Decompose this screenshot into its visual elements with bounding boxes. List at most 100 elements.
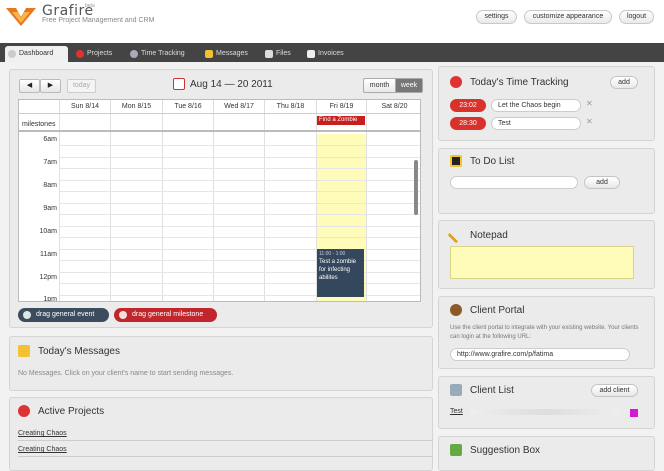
todays-messages-panel (9, 336, 433, 391)
settings-button[interactable]: settings (476, 10, 517, 24)
drag-general-event-button[interactable]: drag general event (18, 308, 109, 322)
tab-label: Files (276, 50, 291, 57)
milestone-find-a-zombie[interactable]: Find a Zombie (317, 116, 365, 125)
client-color-swatch[interactable] (630, 409, 638, 417)
target-icon (18, 405, 30, 417)
add-time-button[interactable]: add (610, 76, 638, 89)
suggestion-box-title: Suggestion Box (470, 445, 541, 456)
project-link[interactable]: Creating Chaos (18, 446, 67, 453)
hour-line (59, 203, 420, 204)
drag-handle-icon (23, 311, 31, 319)
project-link[interactable]: Creating Chaos (18, 430, 67, 437)
next-week-button[interactable]: ▶ (40, 79, 61, 93)
tab-time-tracking[interactable]: Time Tracking (127, 46, 195, 62)
calendar-icon (173, 78, 185, 90)
tab-projects[interactable]: Projects (73, 46, 119, 62)
hour-line (59, 191, 420, 192)
todo-input[interactable] (450, 176, 578, 189)
hour-line (59, 272, 420, 273)
projects-title: Active Projects (38, 406, 105, 417)
day-header-wed: Wed 8/17 (213, 100, 264, 113)
add-todo-button[interactable]: add (584, 176, 620, 189)
day-header-sun: Sun 8/14 (59, 100, 110, 113)
day-header-mon: Mon 8/15 (110, 100, 162, 113)
file-icon (265, 50, 273, 58)
messages-empty-text: No Messages. Click on your client's name… (18, 370, 234, 377)
calendar-range-title: Aug 14 — 20 2011 (190, 79, 273, 90)
alarm-clock-icon (450, 76, 462, 88)
target-icon (76, 50, 84, 58)
time-label-9am: 9am (43, 205, 57, 212)
hour-line (59, 295, 420, 296)
time-entry-label[interactable]: Let the Chaos begin (491, 99, 581, 112)
drag-milestone-label: drag general milestone (132, 311, 204, 318)
hour-line (59, 249, 420, 250)
event-time: 11:00 - 1:00 (319, 251, 346, 257)
prev-week-button[interactable]: ◀ (19, 79, 40, 93)
calendar-scrollbar[interactable] (414, 160, 418, 215)
client-portal-description: Use the client portal to integrate with … (450, 325, 639, 340)
tab-dashboard[interactable]: Dashboard (5, 46, 68, 62)
beta-badge: beta (85, 3, 95, 9)
timer-badge[interactable]: 23:02 (450, 99, 486, 112)
portal-icon (450, 304, 462, 316)
invoice-icon (307, 50, 315, 58)
time-label-10am: 10am (39, 228, 57, 235)
add-client-button[interactable]: add client (591, 384, 638, 397)
customize-appearance-button[interactable]: customize appearance (524, 10, 612, 24)
tab-label: Messages (216, 50, 248, 57)
milestones-label: milestones (22, 121, 56, 128)
list-divider (18, 440, 433, 441)
event-title: Test a zombie for infecting abilites (319, 259, 357, 281)
client-list-title: Client List (470, 385, 514, 396)
todo-title: To Do List (470, 156, 515, 167)
hour-line (59, 260, 420, 261)
client-portal-title: Client Portal (470, 305, 525, 316)
hour-line (59, 168, 420, 169)
time-tracking-title: Today's Time Tracking (470, 77, 569, 88)
time-label-11am: 11am (40, 251, 57, 258)
stopwatch-icon (130, 50, 138, 58)
today-button[interactable]: today (67, 79, 96, 93)
client-link[interactable]: Test (450, 408, 463, 415)
drag-handle-icon (119, 311, 127, 319)
app-tagline: Free Project Management and CRM (42, 17, 155, 24)
hour-line (59, 237, 420, 238)
client-portal-url-field[interactable]: http://www.grafire.com/p/fatima (450, 348, 630, 361)
hour-line (59, 180, 420, 181)
tab-label: Time Tracking (141, 50, 185, 57)
envelope-icon (205, 50, 213, 58)
tab-label: Projects (87, 50, 113, 57)
tab-messages[interactable]: Messages (202, 46, 255, 62)
tab-files[interactable]: Files (262, 46, 297, 62)
grafire-logo (6, 8, 36, 26)
drag-general-milestone-button[interactable]: drag general milestone (114, 308, 217, 322)
client-activity-bar (470, 409, 620, 415)
address-book-icon (450, 384, 462, 396)
close-icon[interactable]: ✕ (586, 99, 593, 108)
film-icon (450, 155, 462, 167)
logout-button[interactable]: logout (619, 10, 654, 24)
time-label-7am: 7am (43, 159, 57, 166)
tab-label: Invoices (318, 50, 344, 57)
timer-badge[interactable]: 28:30 (450, 117, 486, 130)
time-label-1pm: 1pm (43, 296, 57, 302)
hour-line (59, 214, 420, 215)
month-view-button[interactable]: month (363, 78, 396, 93)
hour-line (59, 145, 420, 146)
time-label-6am: 6am (43, 136, 57, 143)
week-calendar-grid[interactable]: Sun 8/14 Mon 8/15 Tue 8/16 Wed 8/17 Thu … (18, 99, 421, 302)
calendar-event[interactable]: 11:00 - 1:00 Test a zombie for infecting… (317, 249, 364, 297)
day-header-tue: Tue 8/16 (162, 100, 213, 113)
tab-invoices[interactable]: Invoices (304, 46, 352, 62)
day-header-sat: Sat 8/20 (366, 100, 420, 113)
suggestion-box-icon (450, 444, 462, 456)
notepad-textarea[interactable] (450, 246, 634, 279)
week-view-button[interactable]: week (395, 78, 423, 93)
drag-event-label: drag general event (36, 311, 95, 318)
main-tab-bar: Dashboard Projects Time Tracking Message… (0, 43, 664, 62)
close-icon[interactable]: ✕ (586, 117, 593, 126)
time-label-8am: 8am (43, 182, 57, 189)
time-label-12pm: 12pm (39, 274, 57, 281)
time-entry-label[interactable]: Test (491, 117, 581, 130)
